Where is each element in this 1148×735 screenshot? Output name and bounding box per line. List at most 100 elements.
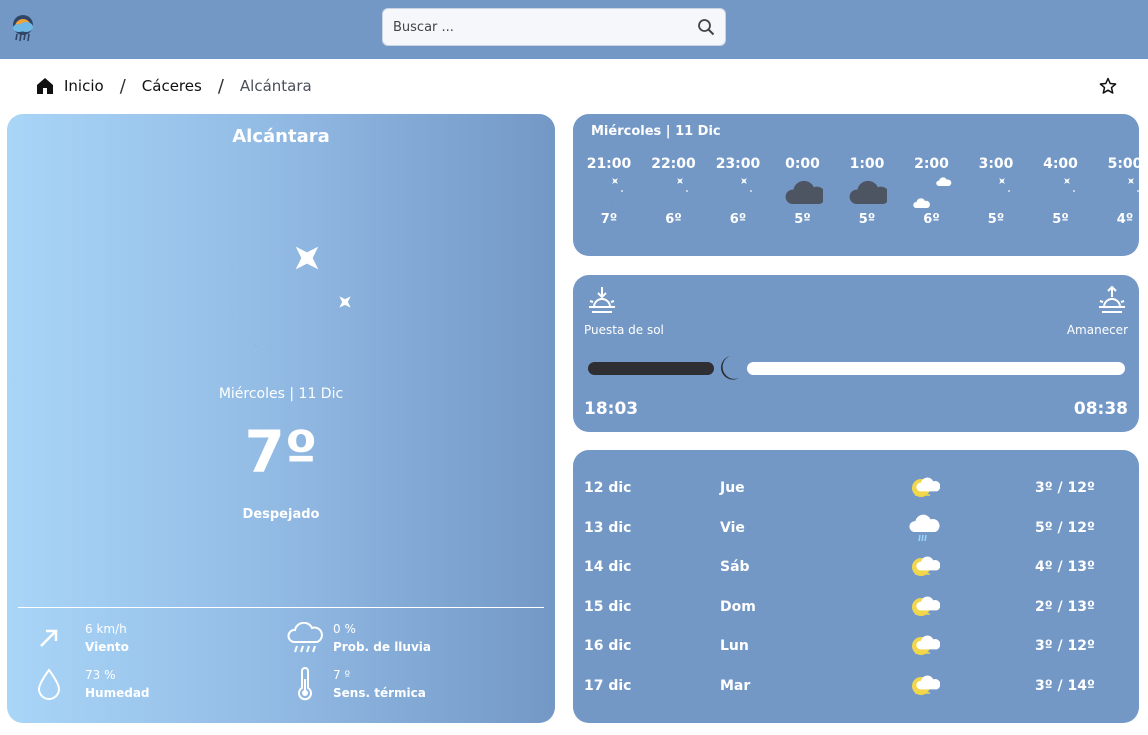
hourly-temp: 6º [923, 212, 940, 227]
hourly-item: 23:00 6º [708, 156, 768, 227]
hourly-temp: 6º [729, 212, 747, 227]
hourly-time: 0:00 [785, 156, 820, 172]
sunset-time: 18:03 [584, 399, 639, 419]
night-progress-elapsed [588, 362, 714, 375]
daily-row: 17 dic Mar 3º / 14º [573, 671, 1139, 701]
sunrise-icon [1099, 285, 1125, 313]
feels-like-value: 7 º [333, 668, 351, 682]
partly-sunny-icon [912, 596, 941, 616]
hourly-time: 5:00 [1107, 156, 1139, 172]
current-weather-card: Alcántara Miércoles | 11 Dic 7º Despejad… [7, 114, 555, 723]
sunset-label: Puesta de sol [584, 323, 664, 337]
sunrise-label: Amanecer [1066, 323, 1128, 337]
clear-night-icon [983, 176, 1010, 205]
hourly-temp: 5º [1052, 212, 1069, 227]
hourly-temp: 6º [665, 212, 682, 227]
droplet-icon [37, 668, 61, 700]
city-title: Alcántara [232, 126, 330, 147]
daily-weekday: Lun [720, 638, 749, 654]
rain-icon [909, 514, 940, 541]
hourly-time: 3:00 [978, 156, 1014, 172]
daily-forecast-panel: 12 dic Jue 3º / 12º 13 dic Vie 5º / 12º 14 dic… [573, 450, 1139, 723]
daily-temps: 4º / 13º [1035, 559, 1095, 575]
hourly-item: 1:00 5º [837, 156, 897, 227]
home-icon[interactable] [36, 77, 54, 95]
wind-stat: 6 km/h Viento [33, 620, 129, 656]
search-input[interactable] [383, 9, 683, 45]
divider [18, 607, 544, 608]
hourly-temp: 5º [858, 212, 876, 227]
sunrise-time: 08:38 [1073, 399, 1128, 419]
search-icon[interactable] [697, 18, 715, 36]
feels-like-label: Sens. térmica [333, 686, 426, 700]
daily-weekday: Dom [720, 598, 756, 615]
humidity-stat: 73 % Humedad [33, 666, 150, 702]
daily-date: 17 dic [584, 677, 632, 694]
rain-label: Prob. de lluvia [333, 640, 431, 654]
hourly-time: 21:00 [586, 156, 632, 172]
hourly-item: 21:00 7º [579, 156, 639, 227]
daily-weekday: Vie [720, 519, 745, 536]
clear-night-icon [1047, 176, 1075, 205]
partly-sunny-icon [912, 635, 941, 655]
breadcrumb: Inicio / Cáceres / Alcántara [36, 72, 312, 100]
humidity-value: 73 % [85, 668, 116, 682]
daily-date: 16 dic [584, 638, 632, 654]
rain-stat: 0 % Prob. de lluvia [285, 620, 431, 656]
hourly-item: 0:00 5º [773, 156, 833, 227]
daily-temps: 3º / 14º [1035, 677, 1095, 694]
hourly-time: 4:00 [1043, 156, 1078, 172]
current-condition: Despejado [242, 507, 320, 522]
breadcrumb-city: Alcántara [239, 77, 312, 95]
breadcrumb-separator: / [119, 75, 126, 97]
hourly-time: 22:00 [651, 156, 696, 172]
hourly-forecast-panel[interactable]: Miércoles | 11 Dic 21:00 7º 22:00 6º 23:00 6º… [573, 114, 1139, 256]
daily-date: 13 dic [584, 519, 632, 536]
current-date: Miércoles | 11 Dic [218, 386, 344, 402]
hourly-temp: 5º [794, 212, 811, 227]
daily-weekday: Jue [720, 480, 745, 496]
hourly-item: 2:00 6º [902, 156, 962, 227]
hourly-item: 5:00 4º [1095, 156, 1139, 227]
hourly-temp: 4º [1116, 212, 1134, 227]
wind-value: 6 km/h [85, 622, 127, 636]
partly-sunny-icon [912, 477, 941, 497]
humidity-label: Humedad [85, 686, 150, 700]
hourly-temp: 5º [987, 212, 1005, 227]
hourly-item: 3:00 5º [966, 156, 1026, 227]
daily-temps: 3º / 12º [1035, 480, 1095, 496]
hourly-time: 1:00 [849, 156, 885, 172]
sunrise-sunset-panel: Puesta de sol Amanecer 18:03 08:38 [573, 275, 1139, 432]
breadcrumb-separator: / [217, 75, 224, 97]
hourly-time: 2:00 [914, 156, 949, 172]
daily-row: 15 dic Dom 2º / 13º [573, 592, 1139, 622]
daily-row: 14 dic Sáb 4º / 13º [573, 552, 1139, 582]
rain-value: 0 % [333, 622, 356, 636]
current-temperature: 7º [244, 418, 318, 486]
top-bar [0, 0, 1148, 59]
hourly-title: Miércoles | 11 Dic [591, 124, 721, 139]
hourly-item: 22:00 6º [644, 156, 704, 227]
partly-sunny-icon [912, 556, 941, 576]
clear-night-icon [1112, 176, 1139, 205]
breadcrumb-home[interactable]: Inicio [64, 77, 104, 95]
moon-progress-icon [720, 356, 739, 380]
daily-row: 12 dic Jue 3º / 12º [573, 473, 1139, 503]
hourly-temp: 7º [600, 212, 618, 227]
daily-temps: 2º / 13º [1035, 598, 1095, 615]
daily-weekday: Mar [720, 677, 751, 694]
daily-row: 13 dic Vie 5º / 12º [573, 513, 1139, 543]
thermometer-icon [298, 667, 312, 701]
breadcrumb-province[interactable]: Cáceres [142, 77, 202, 95]
clear-night-icon [228, 234, 351, 360]
clear-night-icon [596, 176, 623, 205]
weather-app-logo[interactable] [9, 13, 37, 43]
daily-date: 12 dic [584, 480, 632, 496]
clear-night-icon [660, 176, 688, 205]
daily-row: 16 dic Lun 3º / 12º [573, 631, 1139, 661]
daily-date: 14 dic [584, 559, 632, 575]
star-outline-icon[interactable] [1099, 77, 1117, 95]
hourly-item: 4:00 5º [1031, 156, 1091, 227]
daily-temps: 5º / 12º [1035, 519, 1095, 536]
wind-label: Viento [85, 640, 129, 654]
